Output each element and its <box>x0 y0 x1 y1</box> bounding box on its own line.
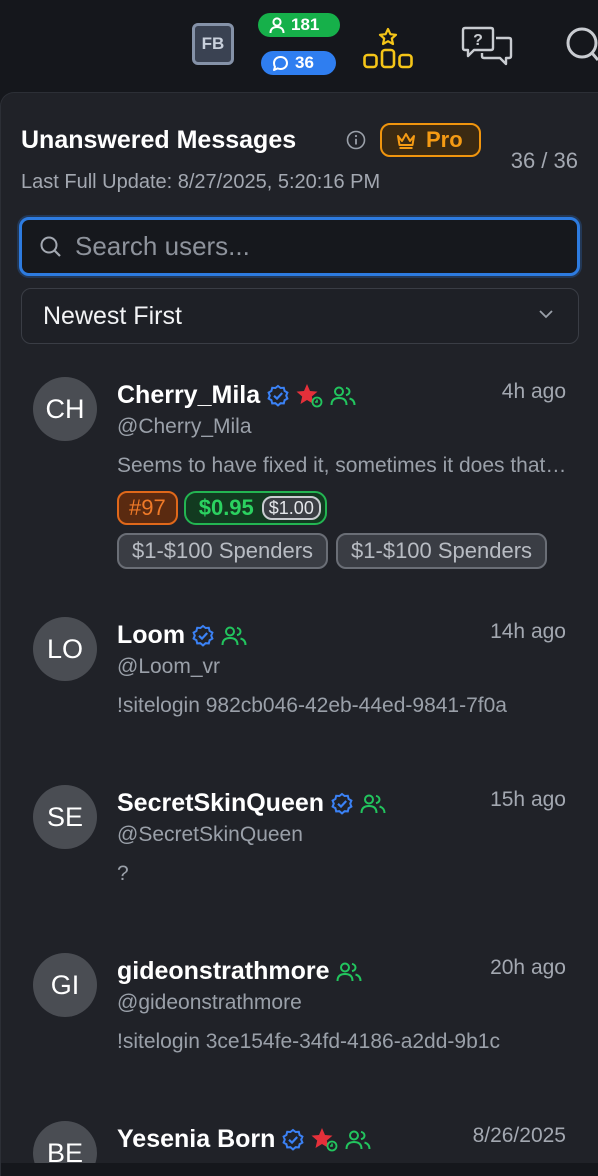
group-icon <box>336 962 362 981</box>
message-preview: ? <box>117 862 129 885</box>
verified-icon <box>331 792 353 815</box>
spent-amount: $0.95 <box>198 495 254 520</box>
avatar: GI <box>33 953 97 1017</box>
fb-button[interactable]: FB <box>192 23 234 65</box>
users-count-badge[interactable]: 181 <box>258 13 340 37</box>
group-tags: $1-$100 Spenders $1-$100 Spenders <box>117 533 567 571</box>
avatar: LO <box>33 617 97 681</box>
users-count: 181 <box>291 15 320 34</box>
message-preview: !sitelogin 982cb046-42eb-44ed-9841-7f0a <box>117 694 507 717</box>
top-bar: FB 181 36 ? <box>0 0 598 92</box>
user-name: Yesenia Born <box>117 1125 276 1153</box>
unanswered-messages-panel: Unanswered Messages Pro 36 / 36 Last Ful… <box>0 92 598 1176</box>
chat-bubble-icon <box>273 55 288 71</box>
message-preview: Seems to have fixed it, sometimes it doe… <box>117 454 567 477</box>
ranking-icon[interactable] <box>362 26 414 70</box>
help-chat-icon[interactable]: ? <box>460 26 514 68</box>
verified-icon <box>282 1128 305 1151</box>
group-tag[interactable]: $1-$100 Spenders <box>117 533 329 569</box>
verified-icon <box>267 384 289 407</box>
verified-icon <box>192 624 214 647</box>
message-time: 8/26/2025 <box>472 1124 566 1147</box>
search-icon[interactable] <box>563 26 598 64</box>
list-item[interactable]: CH Cherry_Mila 4h ago @Cherry_Mila Seems… <box>1 375 598 615</box>
spent-original-amount: $1.00 <box>261 496 321 520</box>
group-icon <box>221 626 247 645</box>
name-row: Loom <box>117 621 247 650</box>
name-row: gideonstrathmore <box>117 957 362 986</box>
group-icon <box>360 794 386 813</box>
messages-count: 36 <box>295 53 314 72</box>
avatar: CH <box>33 377 97 441</box>
avatar: SE <box>33 785 97 849</box>
user-tags: #97 $0.95 $1.00 <box>117 491 327 525</box>
conversation-list: CH Cherry_Mila 4h ago @Cherry_Mila Seems… <box>1 93 598 1176</box>
name-row: SecretSkinQueen <box>117 789 386 818</box>
user-name: Loom <box>117 621 186 649</box>
message-time: 4h ago <box>501 380 566 403</box>
user-handle: @gideonstrathmore <box>117 991 302 1014</box>
group-icon <box>330 386 356 405</box>
user-handle: @SecretSkinQueen <box>117 823 303 846</box>
user-name: gideonstrathmore <box>117 957 330 985</box>
name-row: Yesenia Born <box>117 1125 371 1154</box>
message-time: 15h ago <box>490 788 566 811</box>
bottom-edge <box>1 1163 598 1176</box>
user-name: SecretSkinQueen <box>117 789 325 817</box>
group-tag[interactable]: $1-$100 Spenders <box>336 533 548 569</box>
list-item[interactable]: SE SecretSkinQueen 15h ago @SecretSkinQu… <box>1 783 598 951</box>
message-time: 14h ago <box>490 620 566 643</box>
star-icon <box>296 383 323 407</box>
star-icon <box>311 1127 338 1151</box>
group-icon <box>345 1130 371 1149</box>
message-time: 20h ago <box>490 956 566 979</box>
name-row: Cherry_Mila <box>117 381 356 410</box>
list-item[interactable]: GI gideonstrathmore 20h ago @gideonstrat… <box>1 951 598 1119</box>
svg-text:?: ? <box>473 32 483 49</box>
list-item[interactable]: LO Loom 14h ago @Loom_vr !sitelogin 982c… <box>1 615 598 783</box>
user-handle: @Cherry_Mila <box>117 415 252 438</box>
user-name: Cherry_Mila <box>117 381 261 409</box>
rank-badge: #97 <box>117 491 178 525</box>
messages-count-badge[interactable]: 36 <box>261 51 336 75</box>
user-icon <box>269 16 285 33</box>
message-preview: !sitelogin 3ce154fe-34fd-4186-a2dd-9b1c <box>117 1030 500 1053</box>
user-handle: @Loom_vr <box>117 655 221 678</box>
spent-badge: $0.95 $1.00 <box>183 491 327 525</box>
